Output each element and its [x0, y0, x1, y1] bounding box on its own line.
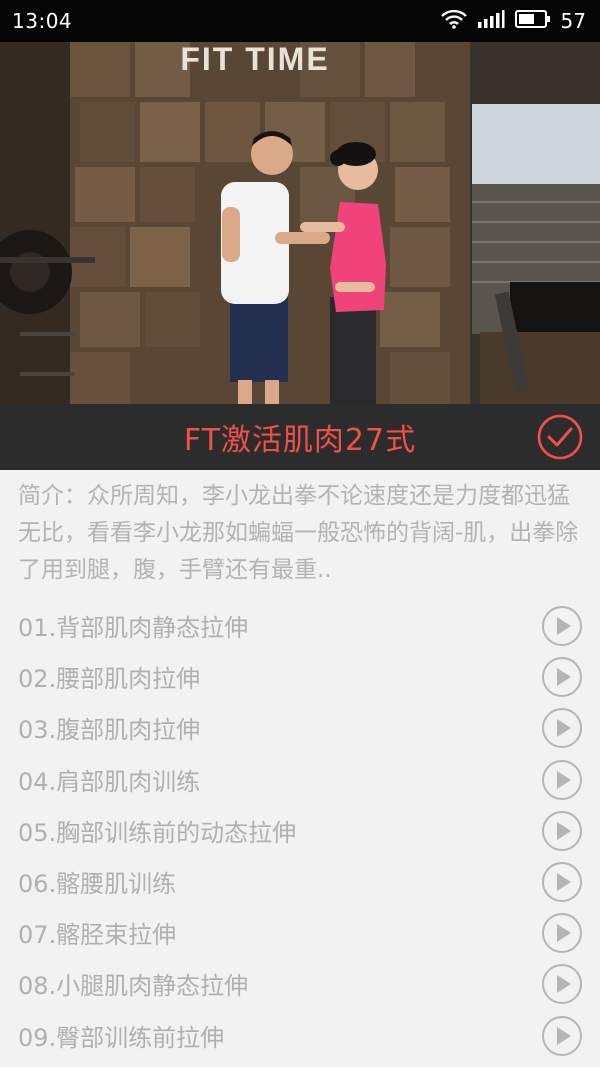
course-title-bar: FT激活肌肉27式 — [0, 404, 600, 470]
play-icon[interactable] — [541, 605, 583, 647]
status-time: 13:04 — [12, 9, 73, 33]
play-icon[interactable] — [541, 810, 583, 852]
status-icons: 57 — [440, 9, 586, 33]
play-icon[interactable] — [541, 656, 583, 698]
lesson-label: 01.背部肌肉静态拉伸 — [18, 614, 249, 643]
play-icon[interactable] — [541, 912, 583, 954]
play-icon[interactable] — [541, 963, 583, 1005]
hero-image: FIT TIME — [0, 42, 600, 404]
lesson-label: 06.髂腰肌训练 — [18, 870, 177, 899]
lesson-item[interactable]: 09.臀部训练前拉伸 — [0, 1010, 600, 1061]
lesson-label: 03.腹部肌肉拉伸 — [18, 716, 201, 745]
course-intro: 简介：众所周知，李小龙出拳不论速度还是力度都迅猛无比，看看李小龙那如蝙蝠一般恐怖… — [18, 483, 579, 583]
course-title: FT激活肌肉27式 — [183, 423, 417, 458]
battery-icon — [514, 9, 551, 33]
gym-logo: FIT TIME — [180, 42, 329, 77]
lesson-item[interactable]: 05.胸部训练前的动态拉伸 — [0, 805, 600, 856]
lesson-item[interactable]: 06.髂腰肌训练 — [0, 856, 600, 907]
lesson-label: 08.小腿肌肉静态拉伸 — [18, 972, 249, 1001]
lesson-item[interactable]: 07.髂胫束拉伸 — [0, 907, 600, 958]
lesson-list: 01.背部肌肉静态拉伸 02.腰部肌肉拉伸 03.腹部肌肉拉伸 04.肩部肌肉训练 05… — [0, 600, 600, 1061]
wifi-icon — [440, 9, 467, 33]
lesson-label: 04.肩部肌肉训练 — [18, 767, 201, 796]
lesson-item[interactable]: 02.腰部肌肉拉伸 — [0, 651, 600, 702]
play-icon[interactable] — [541, 861, 583, 903]
status-bar: 13:04 57 — [0, 0, 600, 42]
lesson-label: 02.腰部肌肉拉伸 — [18, 665, 201, 694]
lesson-label: 09.臀部训练前拉伸 — [18, 1023, 225, 1052]
lesson-label: 07.髂胫束拉伸 — [18, 921, 177, 950]
play-icon[interactable] — [541, 759, 583, 801]
lesson-item[interactable]: 03.腹部肌肉拉伸 — [0, 702, 600, 753]
play-icon[interactable] — [541, 1015, 583, 1057]
lesson-item[interactable]: 01.背部肌肉静态拉伸 — [0, 600, 600, 651]
signal-icon — [477, 9, 505, 33]
battery-level: 57 — [560, 9, 586, 33]
lesson-item[interactable]: 04.肩部肌肉训练 — [0, 754, 600, 805]
check-circle-icon[interactable] — [536, 413, 584, 461]
lesson-item[interactable]: 08.小腿肌肉静态拉伸 — [0, 958, 600, 1009]
lesson-label: 05.胸部训练前的动态拉伸 — [18, 818, 297, 847]
play-icon[interactable] — [541, 707, 583, 749]
